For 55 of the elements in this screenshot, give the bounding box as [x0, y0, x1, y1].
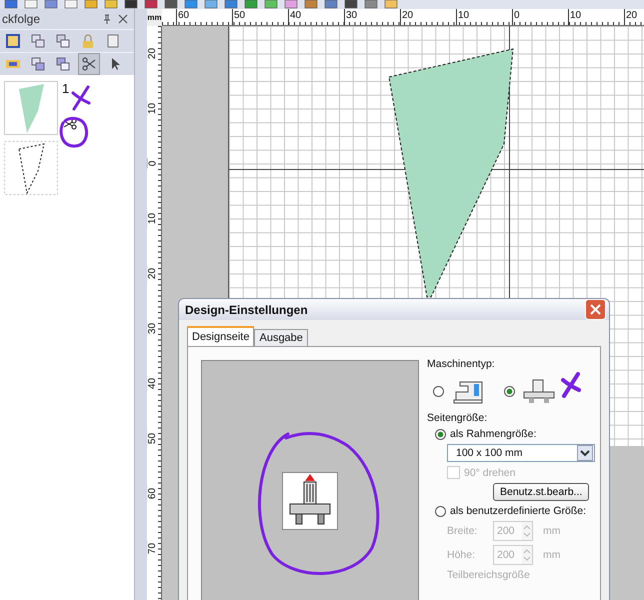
- ruler-label: 60: [147, 486, 159, 502]
- ruler-label: 40: [147, 376, 159, 392]
- ruler-unit: mm: [147, 9, 162, 26]
- scissors-icon[interactable]: [78, 53, 100, 75]
- field-label: Breite:: [447, 525, 478, 537]
- dialog-tab[interactable]: Designseite: [187, 326, 254, 346]
- embroidery-machine-icon: [521, 378, 557, 404]
- ruler-label: 20: [402, 10, 414, 21]
- ruler-label: 20: [147, 46, 159, 62]
- ruler-label: 50: [147, 430, 159, 446]
- item-number: 1: [62, 81, 70, 96]
- radio-button[interactable]: [433, 386, 444, 396]
- outline-thumbnail[interactable]: [4, 141, 58, 195]
- select-icon[interactable]: [3, 31, 23, 51]
- toolbar-icon[interactable]: [124, 0, 138, 9]
- unit-label: mm: [543, 549, 560, 561]
- handdrawn-cross-drawing: [70, 85, 92, 111]
- ruler-label: 10: [570, 10, 582, 21]
- field-label: Höhe:: [447, 549, 476, 561]
- ruler-label: 0: [514, 10, 520, 21]
- panel-title: ckfolge: [2, 12, 42, 26]
- pin-icon[interactable]: [102, 14, 112, 24]
- radio-button[interactable]: [504, 386, 515, 396]
- ruler-label: 10: [458, 10, 470, 21]
- partial-size-label: Teilbereichsgröße: [447, 569, 530, 581]
- toolbar-icon[interactable]: [144, 0, 158, 9]
- checkbox-label: 90° drehen: [464, 466, 516, 478]
- dialog-title: Design-Einstellungen: [185, 302, 308, 316]
- radio-label: als benutzerdefinierte Größe:: [450, 505, 586, 517]
- close-icon[interactable]: [118, 14, 128, 24]
- shape-thumbnail[interactable]: [4, 81, 58, 135]
- ruler-label: 20: [626, 10, 638, 21]
- ruler-label: 70: [147, 540, 159, 556]
- handdrawn-cross-drawing: [560, 372, 582, 398]
- radio-button[interactable]: [435, 428, 446, 440]
- radio-button[interactable]: [435, 506, 446, 516]
- machine-type-label: Maschinentyp:: [427, 358, 495, 370]
- ruler-label: 30: [147, 320, 159, 336]
- page-size-label: Seitengröße:: [427, 412, 488, 424]
- edit-button[interactable]: Benutz.st.bearb...: [493, 483, 590, 501]
- handdrawn-circle-drawing: [57, 115, 91, 149]
- ruler-label: 40: [290, 10, 302, 21]
- unit-label: mm: [543, 525, 560, 537]
- embroidery-machine-icon: [282, 472, 338, 530]
- ruler-label: 0: [147, 158, 159, 168]
- ruler-label: 10: [147, 100, 159, 116]
- ruler-label: 30: [346, 10, 358, 21]
- dialog-tab[interactable]: Ausgabe: [254, 329, 308, 346]
- ruler-label: 60: [178, 10, 190, 21]
- frame-size-dropdown[interactable]: 100 x 100 mm: [447, 444, 595, 462]
- ruler-label: 20: [147, 266, 159, 282]
- ruler-label: 50: [234, 10, 246, 21]
- radio-label: als Rahmengröße:: [450, 428, 536, 440]
- ruler-label: 10: [147, 210, 159, 226]
- scissors-icon: [62, 118, 78, 130]
